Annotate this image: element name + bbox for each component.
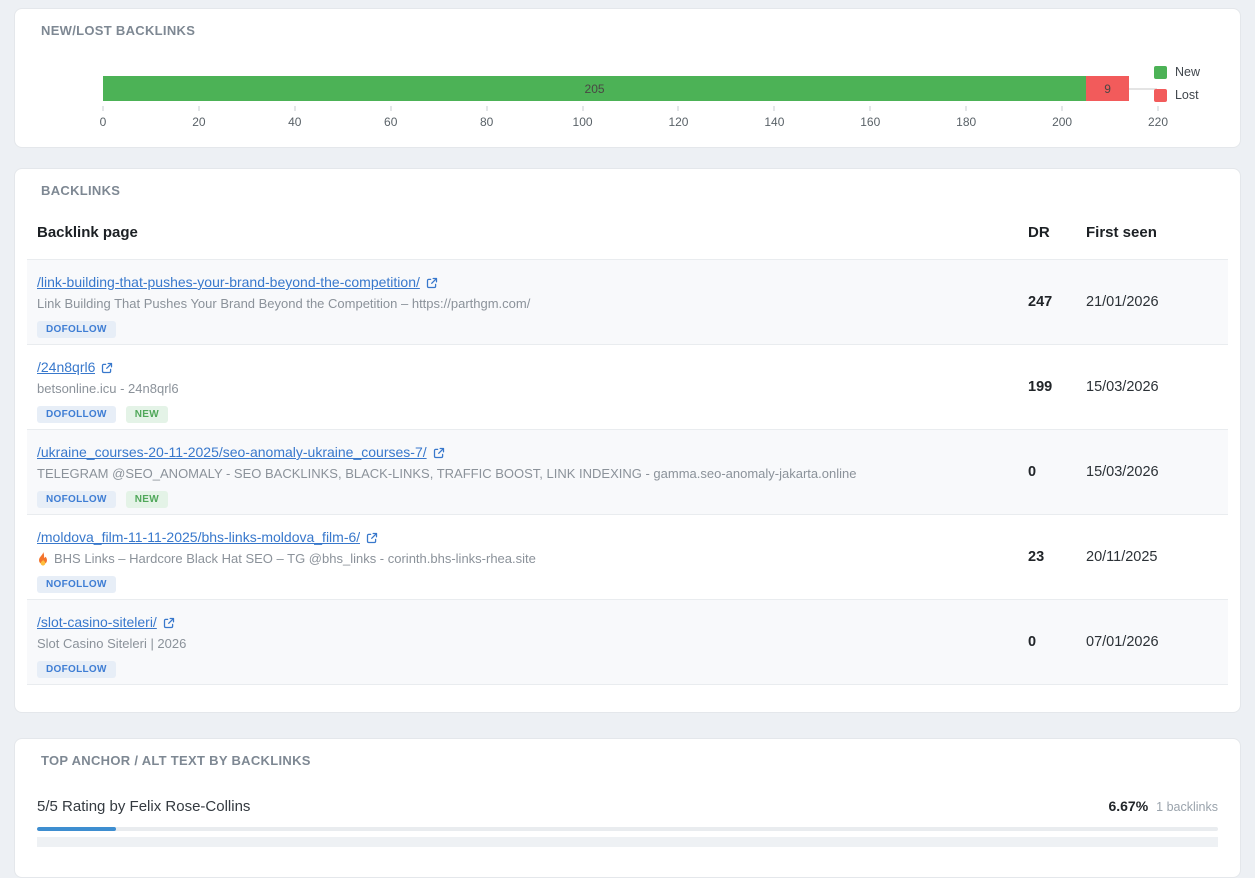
axis-tick-label: 120 <box>668 115 688 129</box>
dr-value: 0 <box>1028 442 1086 502</box>
backlink-page-link[interactable]: /slot-casino-siteleri/ <box>37 612 157 632</box>
axis-tick-label: 200 <box>1052 115 1072 129</box>
backlink-table-row: /24n8qrl6 betsonline.icu - 24n8qr <box>27 345 1228 430</box>
panel-title: NEW/LOST BACKLINKS <box>41 23 1228 38</box>
anchor-text: 5/5 Rating by Felix Rose-Collins <box>37 796 1108 818</box>
panel-title: TOP ANCHOR / ALT TEXT BY BACKLINKS <box>41 753 1228 768</box>
new-lost-chart: 2059 020406080100120140160180200220 <box>103 76 1158 136</box>
axis-tick-mark <box>1158 106 1159 111</box>
chart-legend: New Lost <box>1154 65 1200 102</box>
badge-row: DOFOLLOW <box>37 661 1028 678</box>
x-axis: 020406080100120140160180200220 <box>103 106 1158 136</box>
axis-tick-mark <box>390 106 391 111</box>
badge-dofollow: DOFOLLOW <box>37 321 116 338</box>
anchor-progress-track <box>37 827 1218 831</box>
fire-icon <box>37 552 49 566</box>
axis-tick-label: 20 <box>192 115 205 129</box>
dr-value: 23 <box>1028 527 1086 587</box>
backlink-page-link[interactable]: /moldova_film-11-11-2025/bhs-links-moldo… <box>37 527 360 547</box>
axis-tick-label: 60 <box>384 115 397 129</box>
badge-nofollow: NOFOLLOW <box>37 576 116 593</box>
axis-tick-mark <box>103 106 104 111</box>
dr-value: 0 <box>1028 612 1086 672</box>
anchor-backlink-count: 1 backlinks <box>1156 800 1218 814</box>
bar-segment-lost: 9 <box>1086 76 1129 101</box>
axis-tick-label: 100 <box>573 115 593 129</box>
axis-tick-label: 160 <box>860 115 880 129</box>
axis-tick-mark <box>486 106 487 111</box>
axis-tick-mark <box>1062 106 1063 111</box>
external-link-icon[interactable] <box>366 532 378 544</box>
backlink-table-row: /link-building-that-pushes-your-brand-be… <box>27 260 1228 345</box>
axis-tick-label: 180 <box>956 115 976 129</box>
anchor-percent: 6.67% <box>1108 798 1148 814</box>
axis-tick-label: 0 <box>100 115 107 129</box>
axis-tick-mark <box>870 106 871 111</box>
external-link-icon[interactable] <box>163 617 175 629</box>
new-lost-backlinks-panel: NEW/LOST BACKLINKS 2059 0 20 40 60 80 100 120 1… <box>14 8 1241 148</box>
external-link-icon[interactable] <box>101 362 113 374</box>
badge-row: NOFOLLOW NEW <box>37 491 1028 508</box>
legend-item-new[interactable]: New <box>1154 65 1200 79</box>
report-page: NEW/LOST BACKLINKS 2059 0 20 40 60 80 100 120 1… <box>0 0 1255 878</box>
backlinks-panel: BACKLINKS Backlink page DR First seen /l… <box>14 168 1241 713</box>
legend-label: Lost <box>1175 88 1199 102</box>
backlink-description: betsonline.icu - 24n8qrl6 <box>37 379 179 399</box>
bar-segment-new: 205 <box>103 76 1086 101</box>
badge-new: NEW <box>126 491 168 508</box>
anchor-list-item: 5/5 Rating by Felix Rose-Collins 6.67% 1… <box>27 788 1228 831</box>
badge-row: DOFOLLOW NEW <box>37 406 1028 423</box>
axis-tick-label: 40 <box>288 115 301 129</box>
backlink-page-link[interactable]: /link-building-that-pushes-your-brand-be… <box>37 272 420 292</box>
axis-tick-mark <box>774 106 775 111</box>
panel-title: BACKLINKS <box>41 183 1228 198</box>
badge-row: DOFOLLOW <box>37 321 1028 338</box>
top-anchor-panel: TOP ANCHOR / ALT TEXT BY BACKLINKS 5/5 R… <box>14 738 1241 878</box>
legend-item-lost[interactable]: Lost <box>1154 88 1200 102</box>
axis-tick-mark <box>966 106 967 111</box>
external-link-icon[interactable] <box>433 447 445 459</box>
legend-label: New <box>1175 65 1200 79</box>
dr-value: 199 <box>1028 357 1086 417</box>
axis-tick-label: 80 <box>480 115 493 129</box>
legend-swatch <box>1154 66 1167 79</box>
axis-tick-mark <box>198 106 199 111</box>
first-seen-date: 21/01/2026 <box>1086 272 1218 332</box>
axis-tick-label: 220 <box>1148 115 1168 129</box>
backlink-page-link[interactable]: /24n8qrl6 <box>37 357 95 377</box>
column-header-dr: DR <box>1028 224 1086 241</box>
external-link-icon[interactable] <box>426 277 438 289</box>
badge-dofollow: DOFOLLOW <box>37 406 116 423</box>
backlink-description: Link Building That Pushes Your Brand Bey… <box>37 294 530 314</box>
anchor-list-item-partial <box>37 837 1218 847</box>
backlink-page-link[interactable]: /ukraine_courses-20-11-2025/seo-anomaly-… <box>37 442 427 462</box>
backlink-description: TELEGRAM @SEO_ANOMALY - SEO BACKLINKS, B… <box>37 464 856 484</box>
stacked-bar: 2059 <box>103 76 1158 101</box>
axis-tick-mark <box>294 106 295 111</box>
badge-new: NEW <box>126 406 168 423</box>
badge-dofollow: DOFOLLOW <box>37 661 116 678</box>
table-body: /link-building-that-pushes-your-brand-be… <box>27 260 1228 685</box>
table-header: Backlink page DR First seen <box>27 224 1228 260</box>
backlink-description: Slot Casino Siteleri | 2026 <box>37 634 186 654</box>
backlink-table-row: /moldova_film-11-11-2025/bhs-links-moldo… <box>27 515 1228 600</box>
backlink-table-row: /ukraine_courses-20-11-2025/seo-anomaly-… <box>27 430 1228 515</box>
column-header-backlink-page: Backlink page <box>37 224 1028 241</box>
anchor-progress-fill <box>37 827 116 831</box>
dr-value: 247 <box>1028 272 1086 332</box>
first-seen-date: 15/03/2026 <box>1086 442 1218 502</box>
axis-tick-mark <box>678 106 679 111</box>
first-seen-date: 20/11/2025 <box>1086 527 1218 587</box>
backlink-description: BHS Links – Hardcore Black Hat SEO – TG … <box>54 549 536 569</box>
axis-tick-mark <box>582 106 583 111</box>
badge-row: NOFOLLOW <box>37 576 1028 593</box>
backlink-table-row: /slot-casino-siteleri/ Slot Casin <box>27 600 1228 685</box>
badge-nofollow: NOFOLLOW <box>37 491 116 508</box>
axis-tick-label: 140 <box>764 115 784 129</box>
column-header-first-seen: First seen <box>1086 224 1218 241</box>
legend-swatch <box>1154 89 1167 102</box>
first-seen-date: 07/01/2026 <box>1086 612 1218 672</box>
first-seen-date: 15/03/2026 <box>1086 357 1218 417</box>
